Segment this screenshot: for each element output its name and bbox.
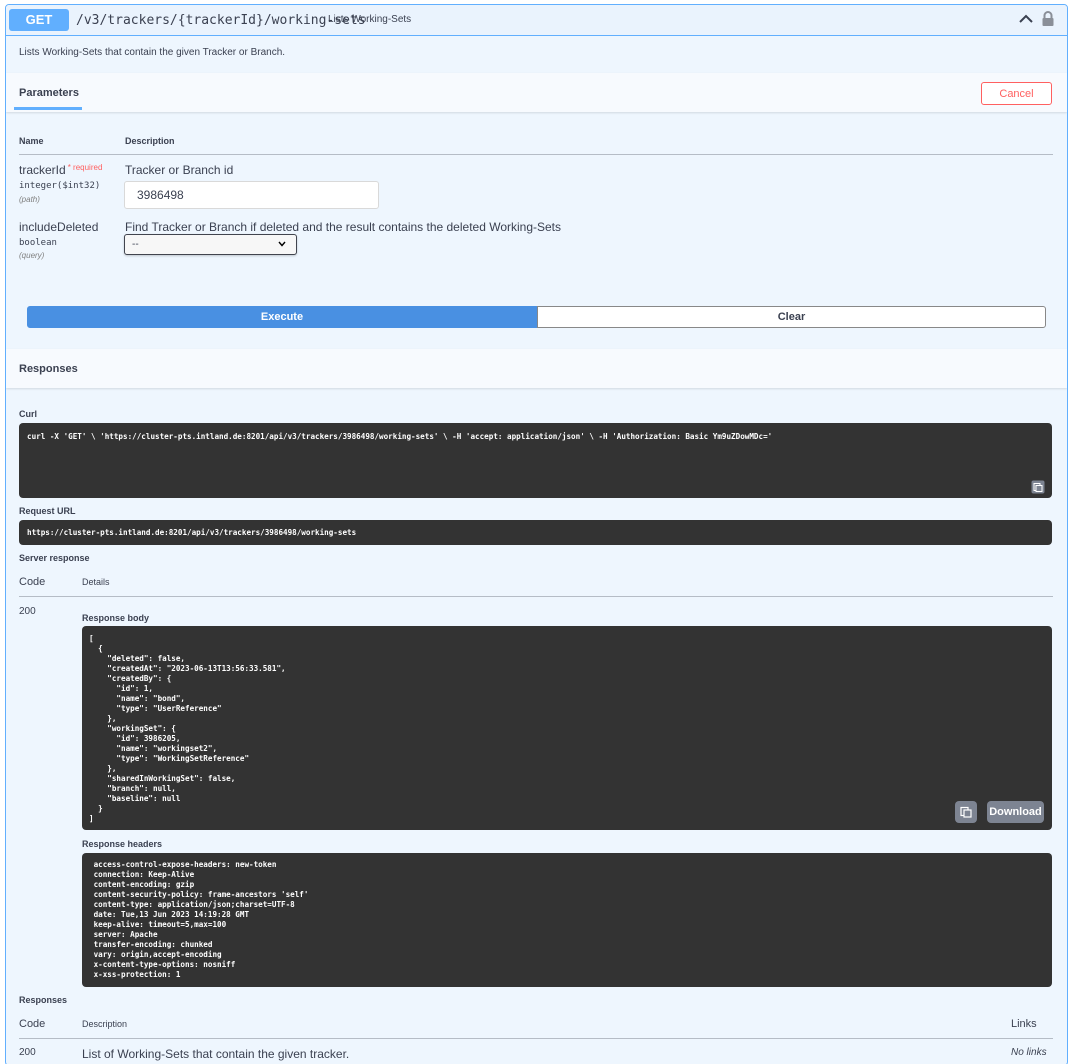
code-line: }	[89, 804, 103, 813]
param-name-text: trackerId	[19, 163, 66, 177]
doc-table-divider	[19, 1038, 1053, 1039]
responses-title: Responses	[19, 363, 78, 375]
documented-responses-title: Responses	[19, 995, 68, 1005]
tab-parameters[interactable]: Parameters	[19, 87, 79, 99]
code-line: keep-alive: timeout=5,max=100	[89, 920, 231, 929]
code-line: },	[89, 764, 117, 773]
server-col-code: Code	[19, 576, 46, 588]
operation-block: GET /v3/trackers/{trackerId}/working-set…	[5, 4, 1068, 1064]
curl-command: curl -X 'GET' \ 'https://cluster-pts.int…	[27, 432, 773, 441]
doc-response-code: 200	[19, 1047, 36, 1058]
code-line: access-control-expose-headers: new-token	[89, 860, 282, 869]
response-headers-label: Response headers	[82, 839, 163, 849]
code-line: "name": "bond",	[89, 694, 186, 703]
request-url-block: https://cluster-pts.intland.de:8201/api/…	[19, 520, 1052, 545]
code-line: ]	[89, 814, 94, 823]
code-line: },	[89, 714, 117, 723]
code-line: content-encoding: gzip	[89, 880, 199, 889]
code-line: {	[89, 644, 103, 653]
code-line: "workingSet": {	[89, 724, 176, 733]
doc-col-description: Description	[82, 1019, 128, 1029]
code-line: "type": "WorkingSetReference"	[89, 754, 250, 763]
download-button[interactable]: Download	[987, 801, 1044, 823]
code-line: connection: Keep-Alive	[89, 870, 199, 879]
cancel-button[interactable]: Cancel	[981, 82, 1052, 105]
code-line: vary: origin,accept-encoding	[89, 950, 227, 959]
code-line: x-content-type-options: nosniff	[89, 960, 240, 969]
code-line: date: Tue,13 Jun 2023 14:19:28 GMT	[89, 910, 254, 919]
param-includedeleted-name: includeDeleted	[19, 220, 99, 234]
response-headers-code: access-control-expose-headers: new-token…	[89, 860, 313, 980]
code-line: content-type: application/json;charset=U…	[89, 900, 300, 909]
copy-button[interactable]	[955, 801, 977, 823]
trackerid-input[interactable]	[124, 181, 379, 209]
required-marker: * required	[67, 163, 103, 172]
curl-block: curl -X 'GET' \ 'https://cluster-pts.int…	[19, 423, 1052, 498]
server-response-label: Server response	[19, 553, 90, 563]
response-body-block: [ { "deleted": false, "createdAt": "2023…	[82, 626, 1052, 830]
clear-button[interactable]: Clear	[537, 306, 1046, 328]
request-url: https://cluster-pts.intland.de:8201/api/…	[27, 528, 357, 537]
code-line: transfer-encoding: chunked	[89, 940, 218, 949]
doc-col-code: Code	[19, 1018, 46, 1030]
code-line: [	[89, 634, 94, 643]
doc-col-links: Links	[1011, 1018, 1037, 1030]
doc-response-description: List of Working-Sets that contain the gi…	[82, 1047, 350, 1061]
server-col-details: Details	[82, 577, 110, 587]
chevron-down-icon	[278, 241, 286, 247]
execute-button[interactable]: Execute	[27, 306, 537, 328]
response-headers-block: access-control-expose-headers: new-token…	[82, 853, 1052, 987]
code-line: "branch": null,	[89, 784, 176, 793]
code-line: "type": "UserReference"	[89, 704, 222, 713]
operation-description: Lists Working-Sets that contain the give…	[19, 47, 286, 58]
copy-icon	[960, 806, 972, 818]
chevron-up-icon[interactable]	[1018, 11, 1034, 27]
param-trackerid-in: (path)	[19, 195, 40, 204]
param-col-description: Description	[125, 136, 175, 146]
code-line: "sharedInWorkingSet": false,	[89, 774, 236, 783]
param-table-divider	[19, 154, 1053, 155]
responses-header	[6, 349, 1067, 388]
parameters-header	[6, 73, 1067, 112]
lock-icon[interactable]	[1041, 11, 1055, 27]
http-method-badge: GET	[9, 9, 69, 31]
curl-label: Curl	[19, 409, 37, 419]
operation-path: /v3/trackers/{trackerId}/working-sets	[76, 13, 366, 28]
code-line: "id": 3986205,	[89, 734, 181, 743]
code-line: server: Apache	[89, 930, 163, 939]
param-includedeleted-type: boolean	[19, 238, 57, 248]
includedeleted-select[interactable]: --	[124, 234, 297, 255]
code-line: "baseline": null	[89, 794, 181, 803]
response-status-code: 200	[19, 606, 36, 617]
code-line: content-security-policy: frame-ancestors…	[89, 890, 314, 899]
response-body-code: [ { "deleted": false, "createdAt": "2023…	[89, 634, 286, 824]
param-includedeleted-description: Find Tracker or Branch if deleted and th…	[125, 220, 562, 234]
tab-active-indicator	[14, 107, 82, 110]
param-includedeleted-in: (query)	[19, 251, 45, 260]
code-line: "id": 1,	[89, 684, 154, 693]
select-value: --	[132, 239, 139, 250]
response-body-label: Response body	[82, 613, 150, 623]
code-line: "createdBy": {	[89, 674, 172, 683]
doc-response-links: No links	[1011, 1047, 1047, 1058]
request-url-label: Request URL	[19, 506, 76, 516]
code-line: "name": "workingset2",	[89, 744, 218, 753]
param-trackerid-type: integer($int32)	[19, 181, 101, 191]
code-line: "createdAt": "2023-06-13T13:56:33.581",	[89, 664, 286, 673]
operation-summary-text: Lists Working-Sets	[328, 14, 412, 25]
param-trackerid-name: trackerId * required	[19, 163, 102, 177]
code-line: x-xss-protection: 1	[89, 970, 186, 979]
param-trackerid-description: Tracker or Branch id	[125, 163, 234, 177]
copy-icon[interactable]	[1031, 480, 1045, 494]
param-col-name: Name	[19, 136, 44, 146]
operation-summary[interactable]: GET /v3/trackers/{trackerId}/working-set…	[6, 5, 1067, 36]
code-line: "deleted": false,	[89, 654, 186, 663]
server-table-divider	[19, 596, 1053, 597]
